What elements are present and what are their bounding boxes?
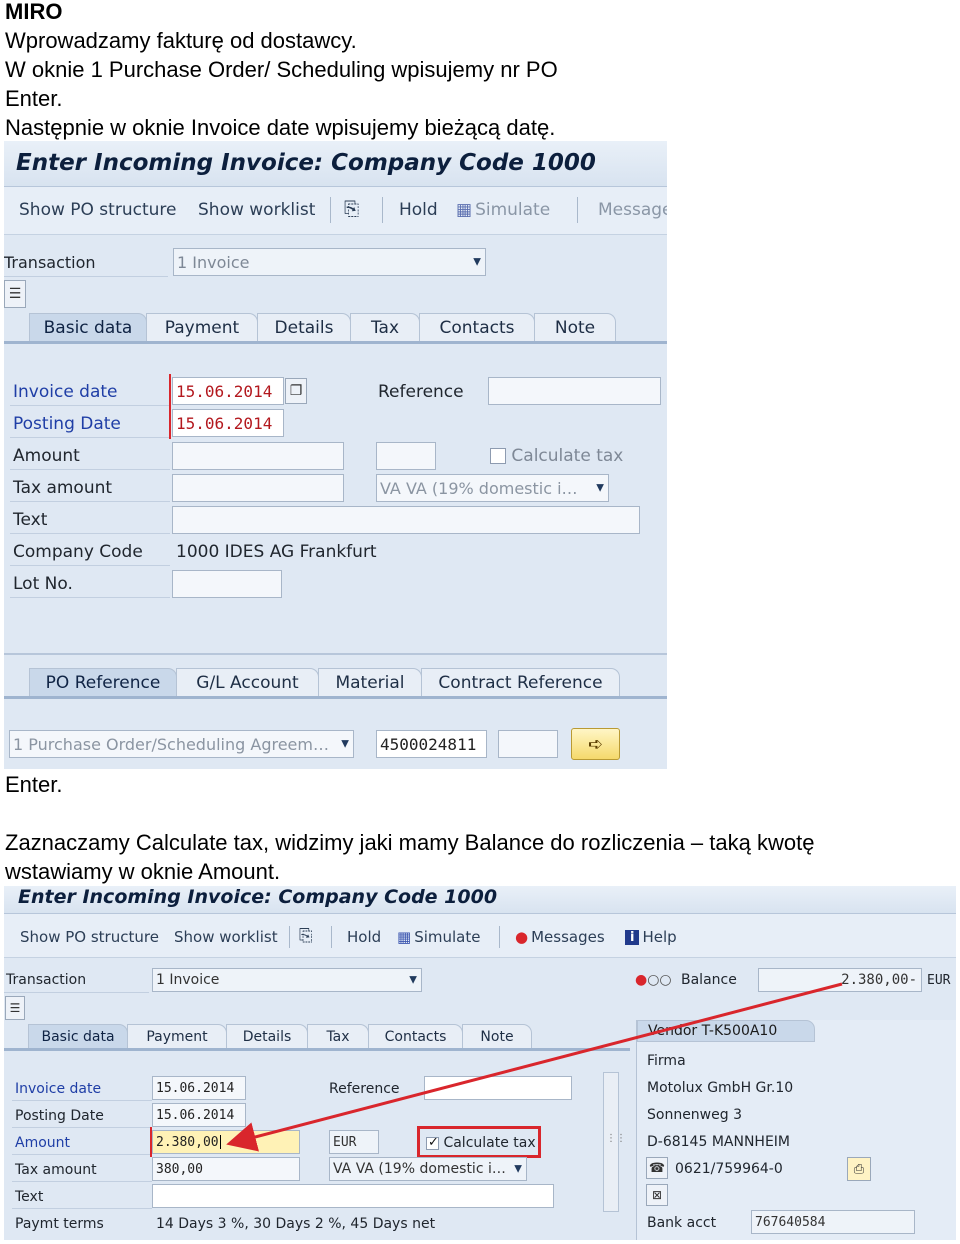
dropdown-arrow-icon: ▼ xyxy=(596,482,604,494)
posting-date-label: Posting Date xyxy=(13,414,121,434)
hold-button[interactable]: Hold xyxy=(399,200,438,220)
po-type-select[interactable]: 1 Purchase Order/Scheduling Agreem… ▼ xyxy=(9,730,354,758)
posting-date-input[interactable]: 15.06.2014 xyxy=(172,409,284,437)
messages-button[interactable]: Message xyxy=(598,200,667,220)
document-heading: MIRO xyxy=(5,0,63,24)
simulate-icon: ▦ xyxy=(456,200,473,220)
tab-basic-data[interactable]: Basic data xyxy=(29,313,147,341)
tab-note[interactable]: Note xyxy=(534,313,616,341)
lot-no-input[interactable] xyxy=(172,570,282,598)
transaction-label: Transaction xyxy=(4,253,96,272)
arrow-right-icon: ➪ xyxy=(587,733,604,755)
sap-screen-2: Enter Incoming Invoice: Company Code 100… xyxy=(4,886,956,1240)
tab-details[interactable]: Details xyxy=(257,313,351,341)
doc-line-6: Zaznaczamy Calculate tax, widzimy jaki m… xyxy=(5,830,815,855)
amount-label: Amount xyxy=(13,446,80,466)
currency-input[interactable] xyxy=(376,442,436,470)
dropdown-arrow-icon: ▼ xyxy=(341,738,349,750)
tab-gl-account[interactable]: G/L Account xyxy=(176,668,319,696)
invoice-date-input[interactable]: 15.06.2014 xyxy=(172,377,284,405)
reference-label: Reference xyxy=(378,382,464,402)
layout-icon[interactable]: ⎘ xyxy=(344,198,359,220)
company-code-value: 1000 IDES AG Frankfurt xyxy=(176,542,377,562)
transaction-select[interactable]: 1 Invoice ▼ xyxy=(173,248,486,276)
show-worklist-button[interactable]: Show worklist xyxy=(198,200,315,220)
tax-code-select[interactable]: VA VA (19% domestic i… ▼ xyxy=(376,474,609,502)
screen-title: Enter Incoming Invoice: Company Code 100… xyxy=(4,141,667,187)
tab-payment[interactable]: Payment xyxy=(146,313,258,341)
amount-input[interactable] xyxy=(172,442,344,470)
tax-amount-label: Tax amount xyxy=(13,478,113,498)
checkbox-icon xyxy=(490,448,506,464)
header-tabs: Basic data Payment Details Tax Contacts … xyxy=(4,313,667,341)
transfer-arrow-button[interactable]: ➪ xyxy=(571,728,620,760)
text-input[interactable] xyxy=(172,506,640,534)
simulate-button[interactable]: ▦ Simulate xyxy=(456,200,550,220)
calendar-copy-icon[interactable]: ❐ xyxy=(285,378,307,404)
calculate-tax-checkbox[interactable]: Calculate tax xyxy=(490,446,623,466)
po-number-input[interactable]: 4500024811 xyxy=(376,730,487,758)
invoice-date-label: Invoice date xyxy=(13,382,118,402)
tab-tax[interactable]: Tax xyxy=(350,313,420,341)
reference-input[interactable] xyxy=(488,377,661,405)
show-po-structure-button[interactable]: Show PO structure xyxy=(19,200,176,220)
tab-contacts[interactable]: Contacts xyxy=(419,313,535,341)
reference-tabs: PO Reference G/L Account Material Contra… xyxy=(4,668,667,696)
sap-screen-1: Enter Incoming Invoice: Company Code 100… xyxy=(4,141,667,769)
company-code-label: Company Code xyxy=(13,542,143,562)
text-label: Text xyxy=(13,510,48,530)
doc-line-2: W oknie 1 Purchase Order/ Scheduling wpi… xyxy=(5,57,558,82)
doc-line-1: Wprowadzamy fakturę od dostawcy. xyxy=(5,28,357,53)
tab-po-reference[interactable]: PO Reference xyxy=(29,668,177,696)
doc-line-4: Następnie w oknie Invoice date wpisujemy… xyxy=(5,115,556,140)
doc-line-3: Enter. xyxy=(5,86,63,111)
doc-line-5: Enter. xyxy=(5,772,63,797)
expand-header-icon[interactable]: ☰ xyxy=(4,280,26,308)
doc-line-7: wstawiamy w oknie Amount. xyxy=(5,859,281,884)
annotation-arrow xyxy=(226,982,843,1152)
application-toolbar: Show PO structure Show worklist ⎘ Hold ▦… xyxy=(4,187,667,235)
tab-contract-reference[interactable]: Contract Reference xyxy=(421,668,620,696)
lot-no-label: Lot No. xyxy=(13,574,73,594)
tab-material[interactable]: Material xyxy=(318,668,422,696)
dropdown-arrow-icon: ▼ xyxy=(473,256,481,268)
tax-amount-input[interactable] xyxy=(172,474,344,502)
po-item-input[interactable] xyxy=(498,730,558,758)
